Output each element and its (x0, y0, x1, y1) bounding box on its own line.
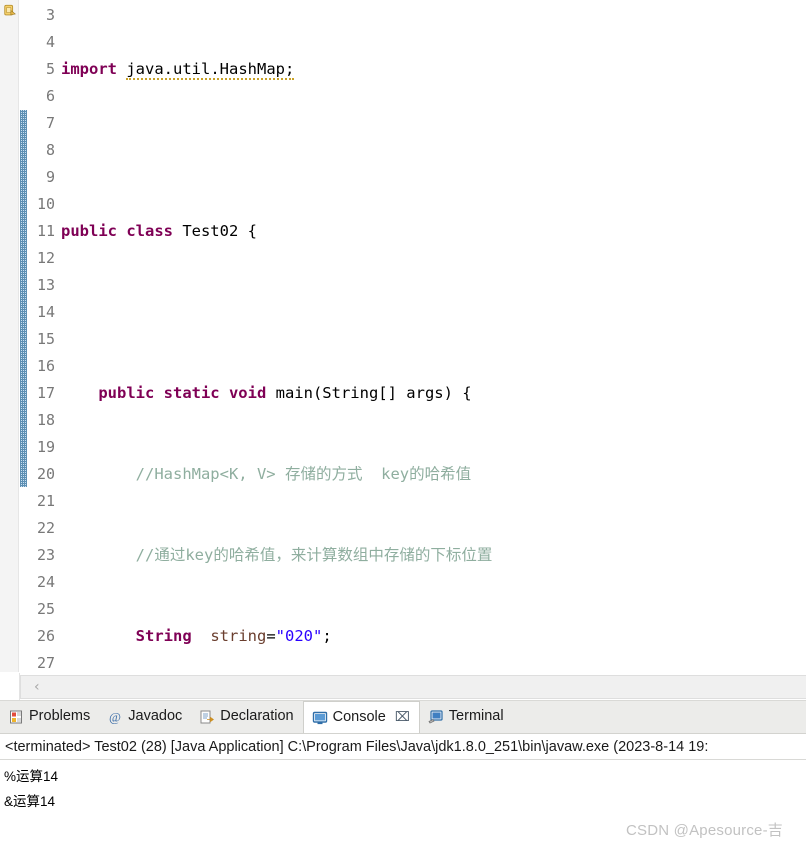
javadoc-icon: @ (107, 709, 123, 725)
eclipse-ide-window: 3 4 5 6 7 8 9 10 11 12 13 14 15 16 17 18 19 20 21 22 23 24 25 2… (0, 0, 806, 859)
code-line[interactable]: String string="020"; (59, 623, 806, 650)
token-local-var: string (210, 627, 267, 645)
code-area[interactable]: import java.util.HashMap; public class T… (59, 0, 806, 672)
line-number: 22 (36, 519, 55, 537)
tab-declaration[interactable]: Declaration (191, 701, 302, 733)
scrollbar-left-corner (0, 673, 20, 700)
console-launch-label: <terminated> Test02 (28) [Java Applicati… (5, 738, 709, 755)
editor-horizontal-scrollbar[interactable]: ‹ (0, 672, 806, 700)
line-number: 18 (36, 411, 55, 429)
line-number: 3 (45, 6, 55, 24)
token-text: main(String[] args) { (266, 384, 472, 402)
line-number-ruler: 3 4 5 6 7 8 9 10 11 12 13 14 15 16 17 18 19 20 21 22 23 24 25 2… (27, 0, 59, 672)
token-text: ; (322, 627, 332, 645)
line-number: 12 (36, 249, 55, 267)
token-keyword: String (135, 627, 192, 645)
line-number: 17 (36, 384, 55, 402)
tab-label: Javadoc (128, 708, 183, 725)
console-icon (312, 710, 328, 726)
line-number: 19 (36, 438, 55, 456)
token-comment: //通过key的哈希值，来计算数组中存储的下标位置 (135, 546, 493, 564)
close-icon[interactable]: ⌧ (395, 711, 410, 724)
line-number: 13 (36, 276, 55, 294)
svg-text:@: @ (109, 710, 121, 725)
tab-label: Problems (29, 708, 91, 725)
line-number: 7 (45, 114, 55, 132)
line-number: 9 (45, 168, 55, 186)
token-text: = (266, 627, 276, 645)
scrollbar-track[interactable] (20, 675, 806, 699)
line-number: 24 (36, 573, 55, 591)
line-number: 5 (45, 60, 55, 78)
tab-label: Console (332, 708, 386, 725)
declaration-icon (199, 709, 215, 725)
line-number: 11 (36, 222, 55, 240)
code-line[interactable]: public class Test02 { (59, 218, 806, 245)
changed-lines-bar (20, 110, 27, 487)
console-output[interactable]: %运算14 &运算14 (0, 760, 806, 859)
line-number: 4 (45, 33, 55, 51)
tab-label: Declaration (220, 708, 294, 725)
line-number: 8 (45, 141, 55, 159)
console-output-line: &运算14 (4, 794, 56, 809)
code-line[interactable] (59, 299, 806, 326)
line-number: 20 (36, 465, 55, 483)
line-number: 16 (36, 357, 55, 375)
token-comment: //HashMap<K, V> 存储的方式 key的哈希值 (135, 465, 472, 483)
line-number: 21 (36, 492, 55, 510)
token-text: Test02 { (172, 222, 257, 240)
editor-body[interactable]: 3 4 5 6 7 8 9 10 11 12 13 14 15 16 17 18 19 20 21 22 23 24 25 2… (0, 0, 806, 672)
console-output-line: %运算14 (4, 769, 59, 784)
code-line[interactable]: public static void main(String[] args) { (59, 380, 806, 407)
warning-icon[interactable] (3, 3, 17, 18)
annotation-ruler[interactable] (0, 0, 19, 672)
line-number: 15 (36, 330, 55, 348)
token-keyword: import (61, 60, 117, 78)
token-keyword: public static void (98, 384, 267, 402)
tab-terminal[interactable]: Terminal (420, 701, 513, 733)
java-source-editor[interactable]: 3 4 5 6 7 8 9 10 11 12 13 14 15 16 17 18 19 20 21 22 23 24 25 2… (0, 0, 806, 700)
tab-javadoc[interactable]: @ Javadoc (99, 701, 191, 733)
terminal-icon (428, 709, 444, 725)
console-launch-header: <terminated> Test02 (28) [Java Applicati… (0, 734, 806, 760)
code-line[interactable] (59, 137, 806, 164)
token-unused-import: java.util.HashMap; (126, 60, 295, 80)
line-number: 23 (36, 546, 55, 564)
view-tab-bar[interactable]: Problems @ Javadoc Declaration Console ⌧ Termi… (0, 701, 806, 734)
token-string: "020" (275, 627, 323, 645)
line-number: 6 (45, 87, 55, 105)
tab-label: Terminal (448, 708, 504, 725)
problems-icon (8, 709, 24, 725)
line-number: 14 (36, 303, 55, 321)
token-keyword: public class (61, 222, 173, 240)
code-line[interactable]: import java.util.HashMap; (59, 56, 806, 83)
line-number: 25 (36, 600, 55, 618)
line-number: 26 (36, 627, 55, 645)
change-ruler (19, 0, 27, 672)
watermark: CSDN @Apesource-吉 (625, 822, 783, 839)
code-line[interactable]: //通过key的哈希值，来计算数组中存储的下标位置 (59, 542, 806, 569)
line-number: 10 (36, 195, 55, 213)
tab-console[interactable]: Console ⌧ (302, 701, 420, 733)
code-line[interactable]: //HashMap<K, V> 存储的方式 key的哈希值 (59, 461, 806, 488)
tab-problems[interactable]: Problems (0, 701, 99, 733)
chevron-left-icon[interactable]: ‹ (34, 679, 40, 695)
